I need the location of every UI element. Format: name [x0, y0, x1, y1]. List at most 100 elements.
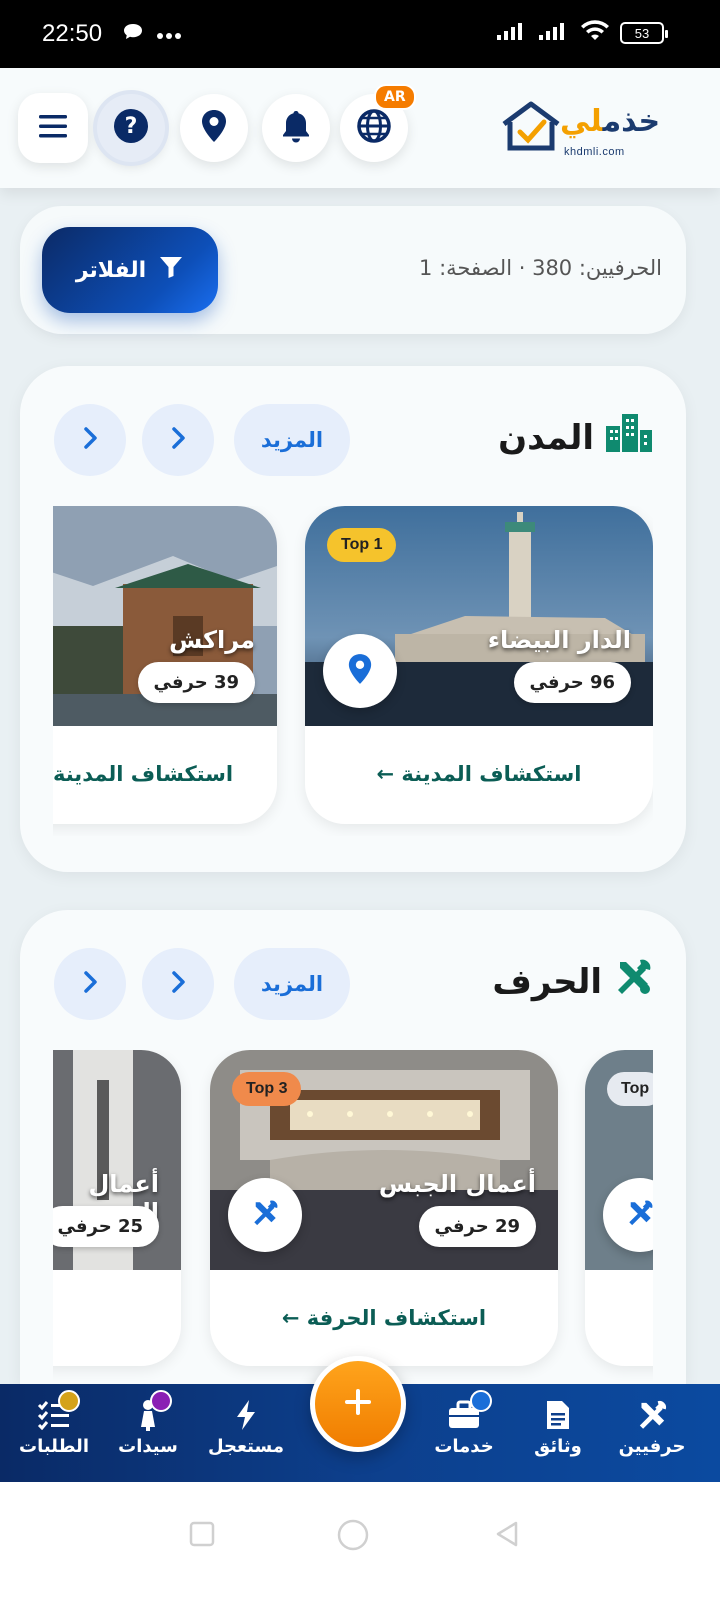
chevron-right-icon — [168, 969, 188, 999]
nav-label: حرفيين — [618, 1436, 686, 1457]
bell-icon — [281, 109, 311, 147]
rank-badge: Top 1 — [327, 528, 397, 562]
checklist-icon — [4, 1390, 104, 1436]
status-time: 22:50 — [42, 20, 103, 47]
tools-icon — [602, 1394, 702, 1436]
language-badge: AR — [374, 84, 416, 110]
artisan-count: 29 حرفي — [418, 1206, 536, 1247]
system-navigation-bar — [0, 1482, 720, 1600]
crafts-title: الحرف — [492, 956, 654, 1007]
crafts-next-button[interactable] — [142, 948, 214, 1020]
app-header: ? AR خذملي khdmli.com — [0, 68, 720, 188]
city-card[interactable]: Top 1 الدار البيضاء 96 حرفي استكشاف المد… — [305, 506, 653, 824]
logo-text-main: خذم — [602, 104, 661, 139]
nav-requests[interactable]: الطلبات — [4, 1390, 104, 1457]
chevron-right-icon — [80, 969, 100, 999]
services-dot — [470, 1390, 492, 1412]
woman-icon — [98, 1390, 198, 1436]
nav-services[interactable]: خدمات — [414, 1390, 514, 1457]
arrow-left-icon: ← — [376, 762, 395, 786]
explore-city-link[interactable]: استكشاف المدينة ← — [305, 762, 653, 786]
artisan-count: 39 حرفي — [137, 662, 255, 703]
battery-icon: 53 — [620, 22, 668, 44]
nav-documents[interactable]: وثائق — [508, 1394, 608, 1457]
svg-text:?: ? — [125, 114, 138, 139]
document-icon — [508, 1394, 608, 1436]
requests-dot — [58, 1390, 80, 1412]
cities-prev-button[interactable] — [54, 404, 126, 476]
nav-women[interactable]: سيدات — [98, 1390, 198, 1457]
cities-carousel[interactable]: Top 1 الدار البيضاء 96 حرفي استكشاف المد… — [53, 506, 653, 836]
crafts-title-text: الحرف — [492, 961, 602, 1002]
cities-section: المدن المزيد Top 1 الدار البيضاء 96 حرفي… — [20, 366, 686, 872]
artisan-count: 96 حرفي — [513, 662, 631, 703]
explore-craft-link[interactable]: استكشاف الحرفة ← — [210, 1306, 558, 1330]
craft-card[interactable]: أعمال الحديد 25 حرفي — [53, 1050, 181, 1366]
app-logo[interactable]: خذملي khdmli.com — [498, 98, 661, 168]
help-button[interactable]: ? — [97, 94, 165, 162]
cities-title-text: المدن — [498, 417, 594, 458]
arrow-left-icon: ← — [281, 1306, 300, 1330]
briefcase-icon — [414, 1390, 514, 1436]
location-button[interactable] — [180, 94, 248, 162]
status-bar: 22:50 53 — [0, 0, 720, 68]
recent-apps-icon[interactable] — [188, 1520, 216, 1552]
map-pin-icon — [200, 109, 228, 147]
more-dots-icon — [156, 25, 182, 44]
add-request-button[interactable] — [310, 1356, 406, 1452]
notifications-button[interactable] — [262, 94, 330, 162]
nav-urgent[interactable]: مستعجل — [196, 1394, 296, 1457]
home-icon[interactable] — [336, 1518, 370, 1556]
nav-label: الطلبات — [18, 1436, 89, 1457]
craft-name: أعمال الجبس — [378, 1170, 536, 1198]
city-map-button[interactable] — [323, 634, 397, 708]
cities-title: المدن — [498, 412, 654, 463]
summary-card: الفلاتر الحرفيين: 380 · الصفحة: 1 — [20, 206, 686, 334]
plus-icon — [343, 1387, 373, 1421]
menu-button[interactable] — [18, 93, 88, 163]
lightning-icon — [196, 1394, 296, 1436]
funnel-icon — [158, 254, 184, 286]
craft-card[interactable]: Top 3 أعمال الجبس 29 حرفي استكشاف الحرفة… — [210, 1050, 558, 1366]
artisan-count: 25 حرفي — [53, 1206, 159, 1247]
rank-badge: Top 3 — [232, 1072, 302, 1106]
hamburger-icon — [37, 113, 69, 143]
tools-icon — [612, 956, 654, 1007]
craft-card[interactable]: Top — [585, 1050, 653, 1366]
logo-house-icon — [498, 100, 564, 156]
city-name: مراكش — [169, 626, 255, 654]
crafts-prev-button[interactable] — [54, 948, 126, 1020]
cities-more-button[interactable]: المزيد — [234, 404, 350, 476]
tools-icon — [250, 1198, 280, 1232]
craft-tools-button[interactable] — [228, 1178, 302, 1252]
signal-icon — [496, 21, 528, 45]
nav-artisans[interactable]: حرفيين — [602, 1394, 702, 1457]
globe-icon — [356, 108, 392, 148]
question-icon: ? — [113, 108, 149, 148]
chat-bubble-icon — [122, 22, 144, 46]
back-icon[interactable] — [494, 1520, 520, 1552]
tools-icon — [625, 1198, 653, 1232]
crafts-more-button[interactable]: المزيد — [234, 948, 350, 1020]
nav-label: وثائق — [534, 1436, 582, 1457]
chevron-right-icon — [168, 425, 188, 455]
explore-city-link[interactable]: استكشاف المدينة — [53, 762, 277, 786]
city-card[interactable]: مراكش 39 حرفي استكشاف المدينة — [53, 506, 277, 824]
city-name: الدار البيضاء — [487, 626, 631, 654]
explore-label: استكشاف الحرفة — [306, 1306, 487, 1330]
women-dot — [150, 1390, 172, 1412]
chevron-right-icon — [80, 425, 100, 455]
logo-subtext: khdmli.com — [564, 146, 625, 158]
cities-next-button[interactable] — [142, 404, 214, 476]
crafts-section: الحرف المزيد Top Top 3 أعمال الجبس 29 حر… — [20, 910, 686, 1384]
nav-label: مستعجل — [207, 1436, 284, 1457]
explore-label: استكشاف المدينة — [53, 762, 234, 786]
nav-label: سيدات — [118, 1436, 178, 1457]
signal-icon-2 — [538, 21, 570, 45]
buildings-icon — [604, 412, 654, 463]
filter-button[interactable]: الفلاتر — [42, 227, 218, 313]
explore-label: استكشاف المدينة — [401, 762, 582, 786]
filter-label: الفلاتر — [75, 257, 147, 283]
rank-badge: Top — [607, 1072, 653, 1106]
crafts-carousel[interactable]: Top Top 3 أعمال الجبس 29 حرفي استكشاف ال… — [53, 1050, 653, 1384]
